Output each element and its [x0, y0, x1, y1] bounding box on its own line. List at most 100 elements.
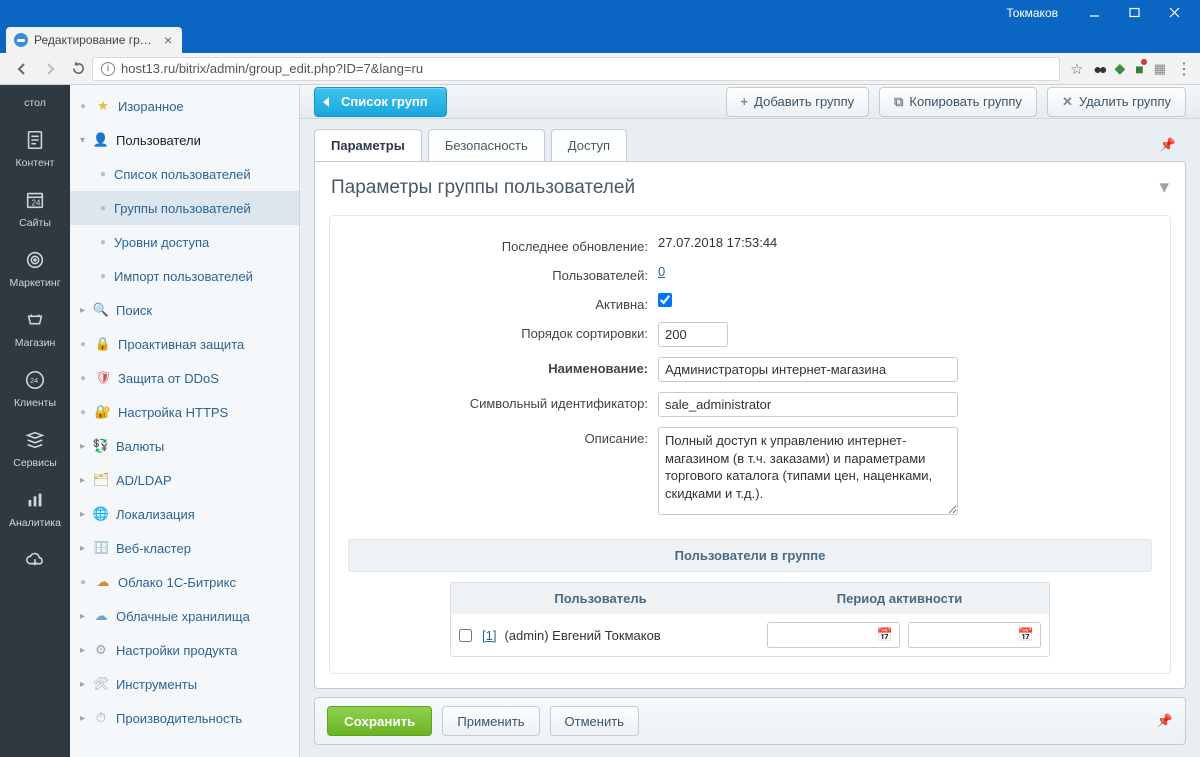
url-input[interactable]: i host13.ru/bitrix/admin/group_edit.php?… [92, 57, 1060, 81]
tree-favorites[interactable]: ●★Изоранное [70, 89, 299, 123]
cart-icon [22, 307, 48, 333]
save-button[interactable]: Сохранить [327, 706, 432, 736]
incognito-icon[interactable]: ●● [1094, 61, 1105, 77]
tree-performance[interactable]: ▸⏱Производительность [70, 701, 299, 735]
window-maximize-button[interactable] [1114, 2, 1154, 24]
tree-tools[interactable]: ▸🛠Инструменты [70, 667, 299, 701]
extension-adblock-icon[interactable]: ■ [1135, 61, 1143, 77]
tree-ddos[interactable]: ●🛡Защита от DDoS [70, 361, 299, 395]
admin-tree: ●★Изоранное ▾👤Пользователи ●Список польз… [70, 85, 300, 757]
badge24-icon: 24 [22, 367, 48, 393]
collapse-icon[interactable]: ▾ [1159, 176, 1169, 199]
user-icon: 👤 [92, 131, 110, 149]
name-input[interactable] [658, 357, 958, 382]
rail-item-sites[interactable]: 24Сайты [0, 179, 70, 239]
bookmark-star-icon[interactable]: ☆ [1070, 60, 1083, 78]
rail-item-content[interactable]: Контент [0, 119, 70, 179]
rail-item-marketing[interactable]: Маркетинг [0, 239, 70, 299]
sort-input[interactable] [658, 322, 728, 347]
tree-proactive[interactable]: ●🔒Проактивная защита [70, 327, 299, 361]
document-icon [22, 127, 48, 153]
bullet-icon: ● [100, 271, 110, 282]
currency-icon: 💱 [92, 437, 110, 455]
tab-close-icon[interactable]: × [164, 32, 172, 48]
star-icon: ★ [94, 97, 112, 115]
desc-textarea[interactable]: Полный доступ к управлению интернет-мага… [658, 427, 958, 515]
tree-search[interactable]: ▸🔍Поиск [70, 293, 299, 327]
bullet-icon: ● [80, 407, 90, 418]
chevron-right-icon: ▸ [80, 611, 90, 622]
active-checkbox[interactable] [658, 293, 672, 307]
url-text: host13.ru/bitrix/admin/group_edit.php?ID… [121, 61, 423, 76]
tab-security[interactable]: Безопасность [428, 129, 545, 161]
tree-user-groups[interactable]: ●Группы пользователей [70, 191, 299, 225]
sid-input[interactable] [658, 392, 958, 417]
panel-title: Параметры группы пользователей [331, 177, 635, 199]
row-checkbox[interactable] [459, 629, 472, 642]
site-info-icon[interactable]: i [101, 62, 115, 76]
tree-users[interactable]: ▾👤Пользователи [70, 123, 299, 157]
params-panel: Параметры группы пользователей ▾ Последн… [314, 161, 1186, 689]
rail-item-clients[interactable]: 24Клиенты [0, 359, 70, 419]
browser-menu-icon[interactable]: ⋮ [1176, 59, 1192, 79]
rail-item-services[interactable]: Сервисы [0, 419, 70, 479]
date-to-input[interactable]: 📅 [908, 622, 1041, 648]
add-group-button[interactable]: +Добавить группу [726, 87, 870, 117]
date-from-input[interactable]: 📅 [767, 622, 900, 648]
tree-currencies[interactable]: ▸💱Валюты [70, 429, 299, 463]
tree-cloud-storage[interactable]: ▸☁Облачные хранилища [70, 599, 299, 633]
col-user: Пользователь [451, 583, 750, 614]
window-close-button[interactable] [1154, 2, 1194, 24]
tab-params[interactable]: Параметры [314, 129, 422, 161]
browser-tab[interactable]: Редактирование группы × [6, 27, 182, 53]
rail-item-analytics[interactable]: Аналитика [0, 479, 70, 539]
tree-https[interactable]: ●🔐Настройка HTTPS [70, 395, 299, 429]
nav-reload-button[interactable] [64, 56, 92, 82]
svg-text:24: 24 [31, 199, 41, 208]
pin-icon[interactable]: 📌 [1157, 713, 1173, 729]
pin-icon[interactable]: 📌 [1160, 137, 1176, 153]
tree-cloud1c[interactable]: ●☁Облако 1С-Битрикс [70, 565, 299, 599]
chevron-down-icon: ▾ [80, 135, 90, 146]
browser-tab-title: Редактирование группы [34, 33, 154, 47]
col-period: Период активности [750, 583, 1049, 614]
bullet-icon: ● [80, 577, 90, 588]
label-active: Активна: [348, 293, 658, 312]
extension-square-icon[interactable]: ▦ [1154, 61, 1166, 77]
cloud-storage-icon: ☁ [92, 607, 110, 625]
gear-icon: ⚙ [92, 641, 110, 659]
tree-webcluster[interactable]: ▸🗄Веб-кластер [70, 531, 299, 565]
copy-group-button[interactable]: ⧉Копировать группу [879, 87, 1037, 117]
tree-access-levels[interactable]: ●Уровни доступа [70, 225, 299, 259]
window-minimize-button[interactable] [1074, 2, 1114, 24]
chevron-right-icon: ▸ [80, 543, 90, 554]
bullet-icon: ● [80, 101, 90, 112]
cancel-button[interactable]: Отменить [550, 706, 639, 736]
apply-button[interactable]: Применить [442, 706, 539, 736]
tree-adldap[interactable]: ▸🗂AD/LDAP [70, 463, 299, 497]
wrench-icon: 🛠 [92, 675, 110, 693]
servers-icon: 🗄 [92, 539, 110, 557]
rail-item-cloud[interactable] [0, 539, 70, 587]
tree-user-list[interactable]: ●Список пользователей [70, 157, 299, 191]
delete-group-button[interactable]: ✕Удалить группу [1047, 87, 1186, 117]
extension-shield-icon[interactable]: ◆ [1114, 60, 1125, 77]
tab-access[interactable]: Доступ [551, 129, 627, 161]
label-updated: Последнее обновление: [348, 235, 658, 254]
tree-localization[interactable]: ▸🌐Локализация [70, 497, 299, 531]
gauge-icon: ⏱ [92, 709, 110, 727]
tree-import-users[interactable]: ●Импорт пользователей [70, 259, 299, 293]
nav-back-button[interactable] [8, 56, 36, 82]
user-id-link[interactable]: [1] [482, 628, 496, 643]
window-user: Токмаков [1006, 6, 1058, 20]
back-to-list-button[interactable]: Список групп [314, 87, 447, 117]
nav-forward-button[interactable] [36, 56, 64, 82]
stack-icon [22, 427, 48, 453]
users-count-link[interactable]: 0 [658, 264, 665, 279]
rail-item-shop[interactable]: Магазин [0, 299, 70, 359]
value-updated: 27.07.2018 17:53:44 [658, 235, 777, 250]
users-in-group-heading: Пользователи в группе [348, 539, 1152, 572]
rail-item-desktop[interactable]: стол [0, 89, 70, 119]
tree-product-settings[interactable]: ▸⚙Настройки продукта [70, 633, 299, 667]
chevron-right-icon: ▸ [80, 645, 90, 656]
